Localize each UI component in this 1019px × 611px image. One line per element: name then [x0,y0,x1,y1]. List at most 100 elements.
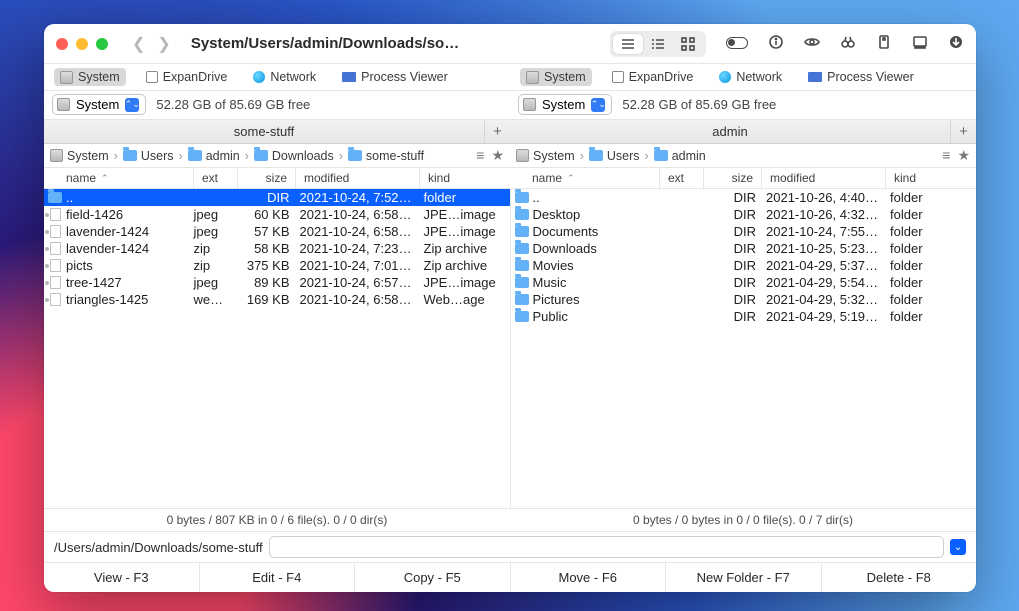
breadcrumb-segment[interactable]: admin [188,149,240,163]
breadcrumb-segment[interactable]: Users [123,149,174,163]
bookmark-system[interactable]: System [520,68,592,86]
path-input[interactable] [269,536,944,558]
breadcrumb-segment[interactable]: System [50,149,109,163]
file-row[interactable]: DesktopDIR2021-10-26, 4:32…folder [511,206,977,223]
footer-button[interactable]: Delete - F8 [822,563,977,592]
footer-button[interactable]: New Folder - F7 [666,563,822,592]
favorite-icon[interactable]: ★ [957,147,970,164]
col-modified[interactable]: modified [296,168,420,188]
breadcrumb-segment[interactable]: Downloads [254,149,334,163]
file-row[interactable]: MoviesDIR2021-04-29, 5:37…folder [511,257,977,274]
col-kind[interactable]: kind [886,168,976,188]
file-kind: folder [886,258,976,273]
pane-tab-title[interactable]: some-stuff [44,120,484,143]
volume-selector[interactable]: System⌃⌄ [518,94,612,115]
file-row[interactable]: ..DIR2021-10-26, 4:40…folder [511,189,977,206]
file-kind: Zip archive [420,241,510,256]
file-name: Desktop [533,207,661,222]
path-dropdown-button[interactable]: ⌄ [950,539,966,555]
grid-view-button[interactable] [673,34,703,54]
file-row[interactable]: MusicDIR2021-04-29, 5:54…folder [511,274,977,291]
bookmark-process-viewer[interactable]: Process Viewer [802,68,920,86]
list-icon[interactable]: ≡ [476,147,484,164]
file-name: Music [533,275,661,290]
file-row[interactable]: DocumentsDIR2021-10-24, 7:55…folder [511,223,977,240]
col-modified[interactable]: modified [762,168,886,188]
col-kind[interactable]: kind [420,168,510,188]
chevron-right-icon: › [645,149,649,163]
file-size: DIR [704,292,762,307]
footer-button[interactable]: Move - F6 [511,563,667,592]
left-pane: ..DIR2021-10-24, 7:52…folderfield-1426jp… [44,189,511,508]
file-row[interactable]: tree-1427jpeg89 KB2021-10-24, 6:57…JPE…i… [44,274,510,291]
file-size: 169 KB [238,292,296,307]
download-icon[interactable] [948,34,964,53]
volume-selector[interactable]: System⌃⌄ [52,94,146,115]
add-tab-button[interactable]: + [484,120,510,143]
breadcrumb-segment[interactable]: System [516,149,575,163]
favorite-icon[interactable]: ★ [491,147,504,164]
list-view-button[interactable] [613,34,643,54]
pane-tab-left: some-stuff + [44,120,510,144]
bookmark-system[interactable]: System [54,68,126,86]
bookmark-expandrive[interactable]: ExpanDrive [606,68,700,86]
archive-icon[interactable] [876,34,892,53]
fullscreen-button[interactable] [96,38,108,50]
file-row[interactable]: PublicDIR2021-04-29, 5:19…folder [511,308,977,325]
file-row[interactable]: lavender-1424zip58 KB2021-10-24, 7:23…Zi… [44,240,510,257]
close-button[interactable] [56,38,68,50]
chevron-right-icon: › [339,149,343,163]
file-list-right[interactable]: ..DIR2021-10-26, 4:40…folderDesktopDIR20… [511,189,977,508]
column-view-button[interactable] [643,34,673,54]
terminal-icon[interactable] [912,34,928,53]
file-kind: folder [886,224,976,239]
file-row[interactable]: pictszip375 KB2021-10-24, 7:01…Zip archi… [44,257,510,274]
file-modified: 2021-04-29, 5:19… [762,309,886,324]
sort-asc-icon: ⌃ [567,173,575,184]
file-row[interactable]: ..DIR2021-10-24, 7:52…folder [44,189,510,206]
file-row[interactable]: triangles-1425we…169 KB2021-10-24, 6:58…… [44,291,510,308]
info-icon[interactable] [768,34,784,53]
file-row[interactable]: field-1426jpeg60 KB2021-10-24, 6:58…JPE…… [44,206,510,223]
volume-right: System⌃⌄ 52.28 GB of 85.69 GB free [510,91,976,119]
window-controls [56,38,108,50]
file-row[interactable]: DownloadsDIR2021-10-25, 5:23…folder [511,240,977,257]
file-modified: 2021-10-24, 6:58… [296,207,420,222]
back-button[interactable]: ❮ [132,34,145,54]
breadcrumb-segment[interactable]: Users [589,149,640,163]
bookmark-network[interactable]: Network [247,68,322,86]
footer-button[interactable]: View - F3 [44,563,200,592]
col-ext[interactable]: ext [194,168,238,188]
forward-button[interactable]: ❯ [157,34,170,54]
footer-button[interactable]: Copy - F5 [355,563,511,592]
bookmark-expandrive[interactable]: ExpanDrive [140,68,234,86]
bookmark-process-viewer[interactable]: Process Viewer [336,68,454,86]
chevron-right-icon: › [179,149,183,163]
file-row[interactable]: lavender-1424jpeg57 KB2021-10-24, 6:58…J… [44,223,510,240]
binoculars-icon[interactable] [840,34,856,53]
breadcrumb-label: System [533,149,575,163]
list-icon[interactable]: ≡ [942,147,950,164]
folder-icon [515,311,529,322]
chevron-up-down-icon: ⌃⌄ [591,98,605,112]
col-size[interactable]: size [238,168,296,188]
breadcrumb-segment[interactable]: some-stuff [348,149,424,163]
breadcrumb-segment[interactable]: admin [654,149,706,163]
quicklook-icon[interactable] [804,34,820,53]
volume-left: System⌃⌄ 52.28 GB of 85.69 GB free [44,91,510,119]
file-name: Movies [533,258,661,273]
col-name[interactable]: name⌃ [510,168,660,188]
col-ext[interactable]: ext [660,168,704,188]
col-name[interactable]: name⌃ [44,168,194,188]
add-tab-button[interactable]: + [950,120,976,143]
footer-button[interactable]: Edit - F4 [200,563,356,592]
toggle-icon[interactable] [726,36,748,52]
file-modified: 2021-04-29, 5:54… [762,275,886,290]
minimize-button[interactable] [76,38,88,50]
col-size[interactable]: size [704,168,762,188]
file-list-left[interactable]: ..DIR2021-10-24, 7:52…folderfield-1426jp… [44,189,510,508]
pane-tab-title[interactable]: admin [510,120,950,143]
bookmark-network[interactable]: Network [713,68,788,86]
file-row[interactable]: PicturesDIR2021-04-29, 5:32…folder [511,291,977,308]
breadcrumb-row: System›Users›admin›Downloads›some-stuff≡… [44,144,976,168]
